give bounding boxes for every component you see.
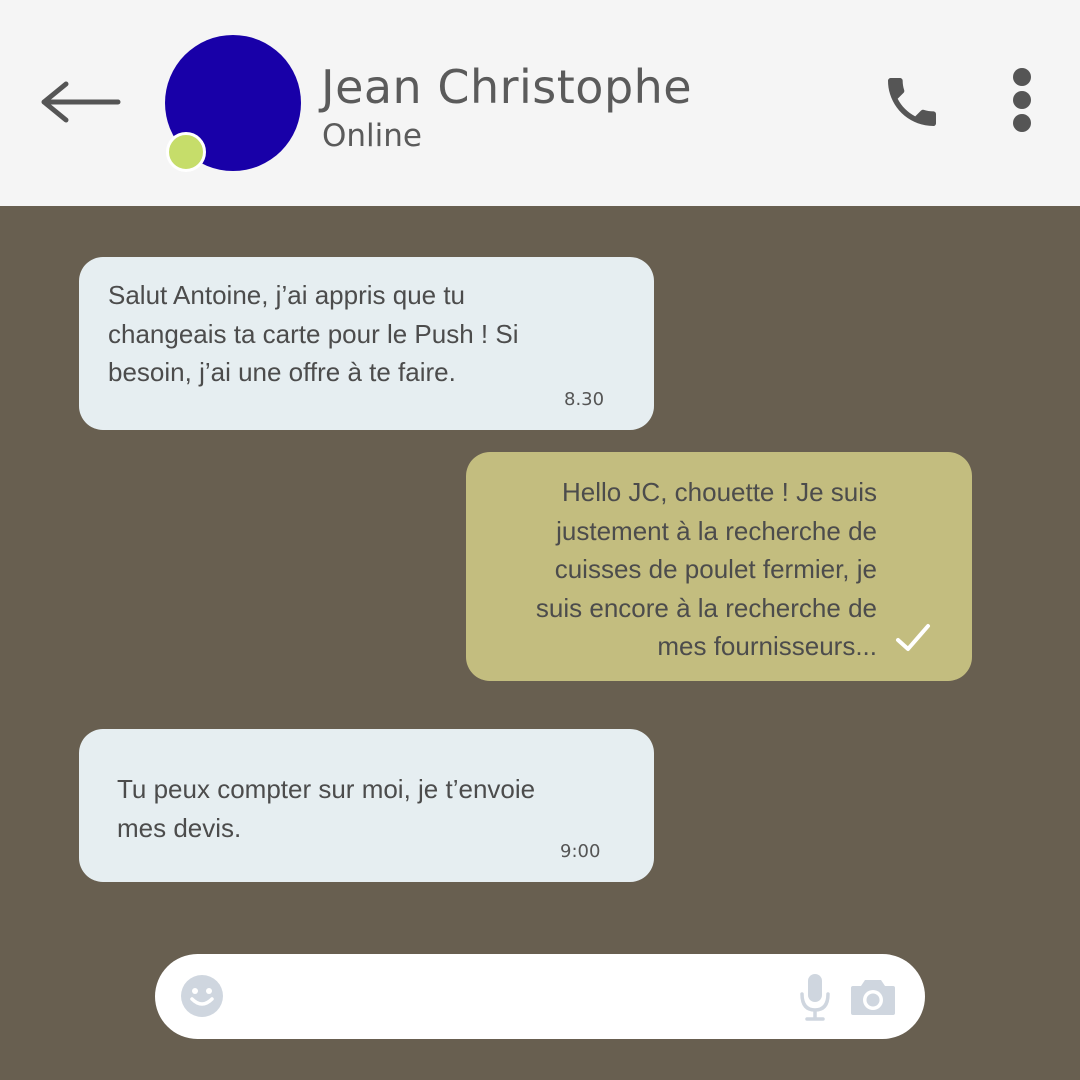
more-vertical-icon[interactable] <box>1006 66 1038 136</box>
message-text: Salut Antoine, j’ai appris que tu change… <box>108 280 519 387</box>
message-bubble-incoming[interactable]: Tu peux compter sur moi, je t’envoie mes… <box>79 729 654 882</box>
camera-icon[interactable] <box>850 976 896 1016</box>
microphone-icon[interactable] <box>797 972 833 1022</box>
message-text: Hello JC, chouette ! Je suis justement à… <box>535 477 877 661</box>
message-time: 8.30 <box>564 389 605 410</box>
contact-name[interactable]: Jean Christophe <box>321 60 692 114</box>
check-icon <box>896 624 930 651</box>
arrow-left-icon[interactable] <box>38 78 122 126</box>
contact-status: Online <box>322 118 422 154</box>
online-status-dot <box>166 132 206 172</box>
message-bubble-incoming[interactable]: Salut Antoine, j’ai appris que tu change… <box>79 257 654 430</box>
phone-icon[interactable] <box>880 70 944 134</box>
emoji-icon[interactable] <box>180 974 224 1018</box>
message-text: Tu peux compter sur moi, je t’envoie mes… <box>117 774 536 843</box>
message-time: 9:00 <box>560 841 601 862</box>
